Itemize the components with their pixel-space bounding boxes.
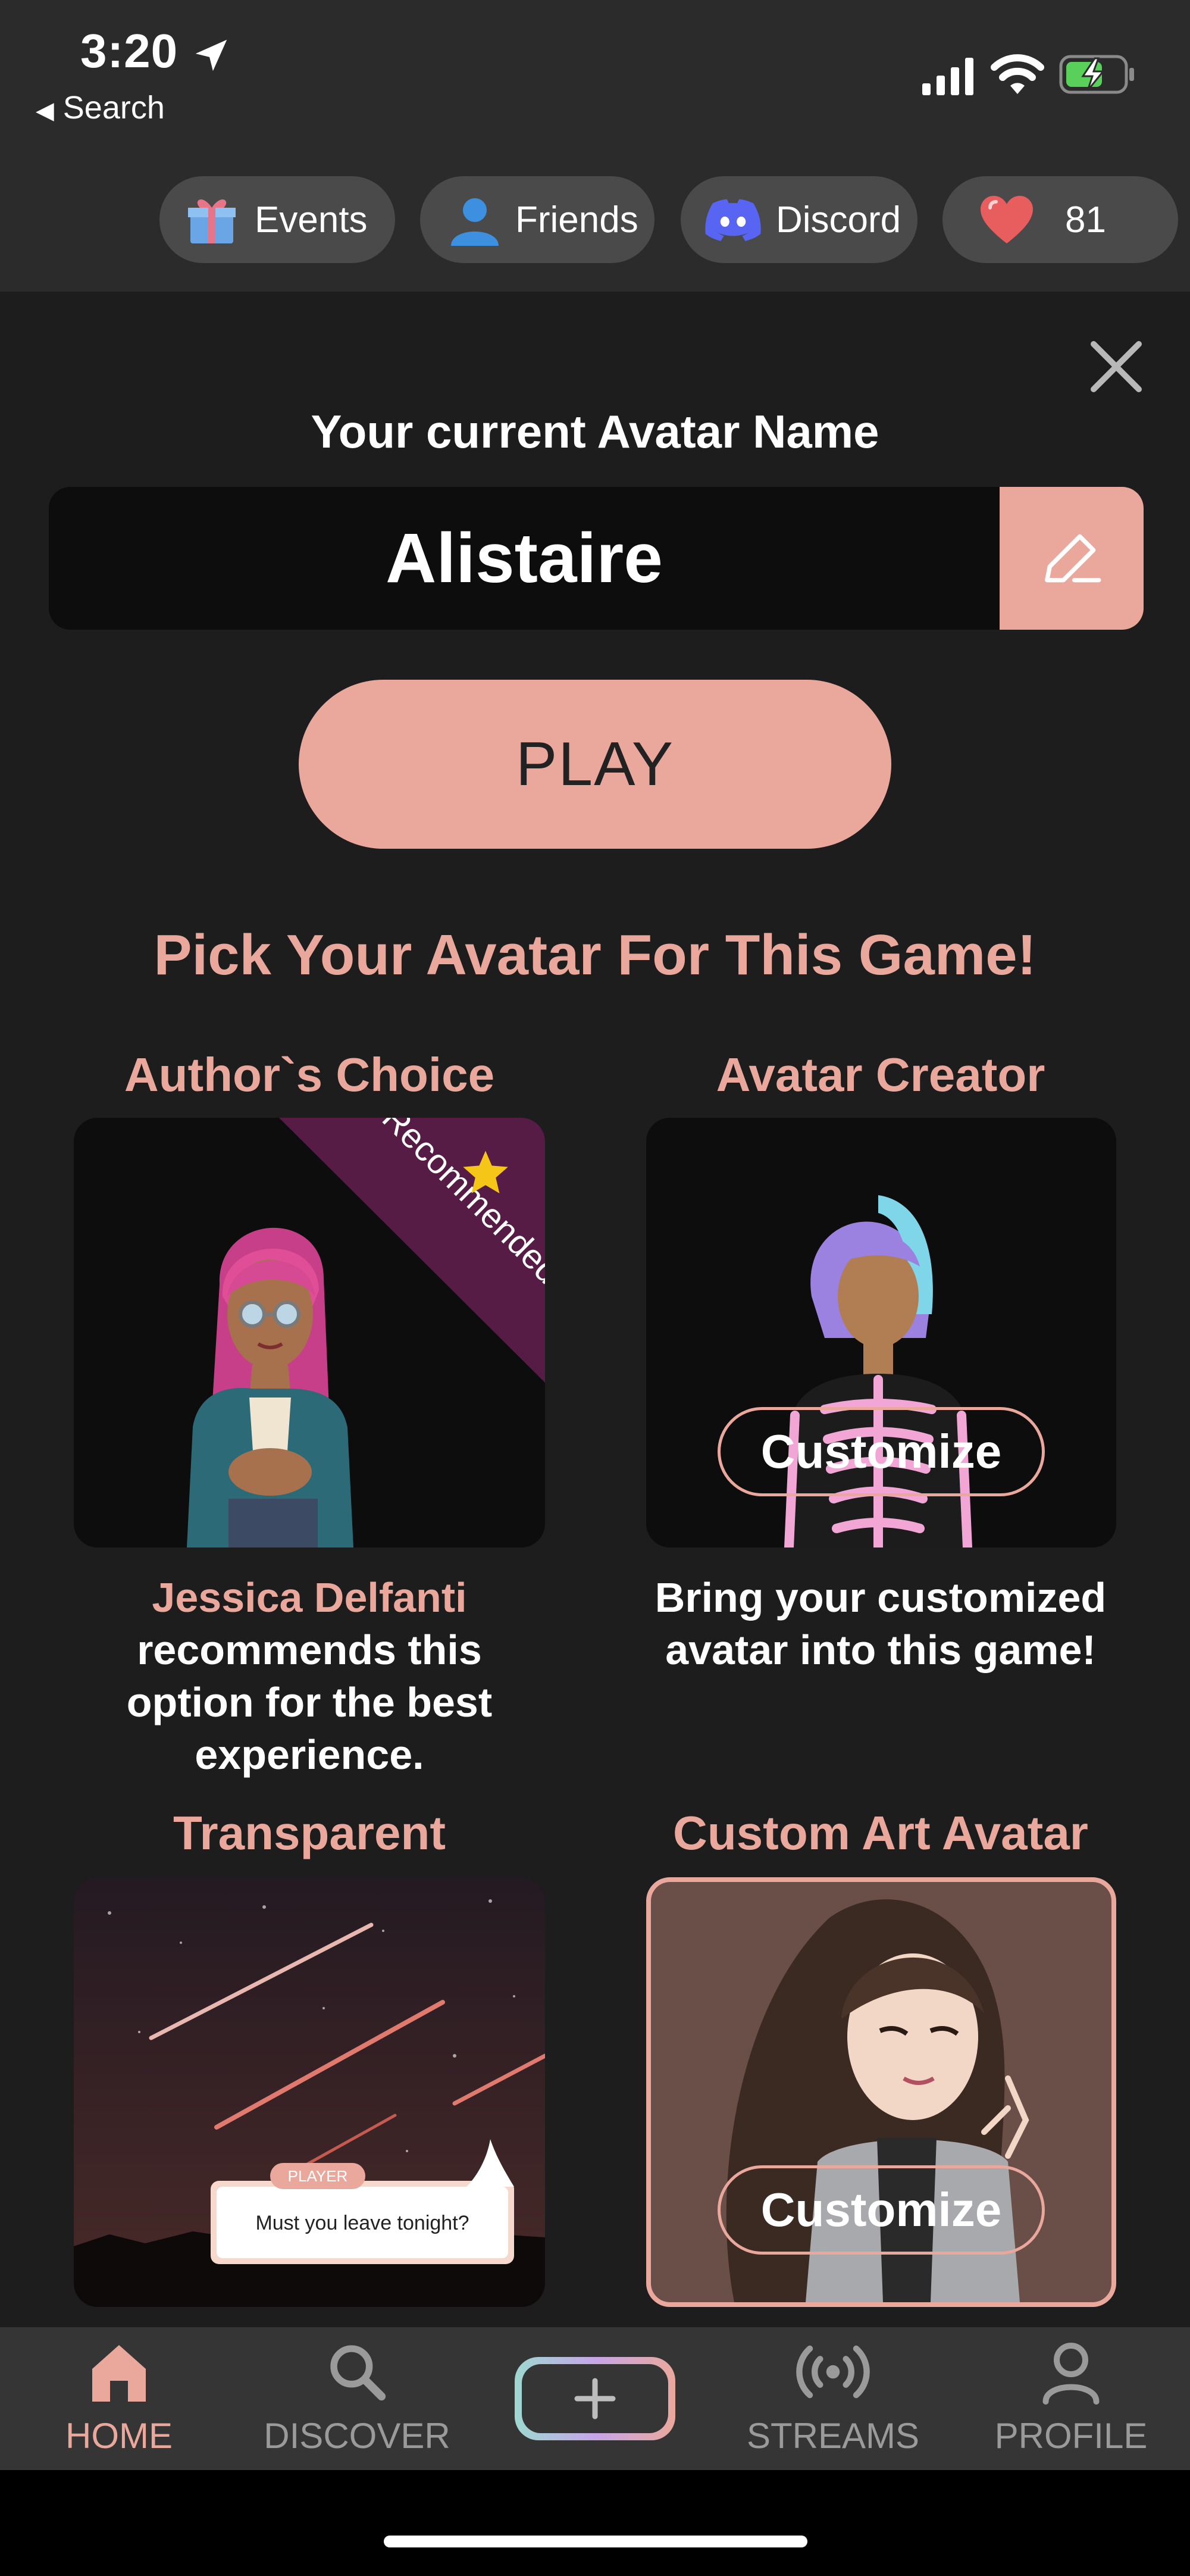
close-icon[interactable] — [1086, 337, 1146, 396]
location-arrow-icon — [195, 39, 227, 71]
search-icon — [318, 2333, 396, 2411]
home-indicator[interactable] — [384, 2536, 807, 2547]
avatar-name-heading: Your current Avatar Name — [311, 405, 879, 458]
custom-art-avatar-card[interactable]: Customize — [646, 1877, 1116, 2307]
back-triangle-icon: ◀ — [36, 98, 54, 124]
author-name: Jessica Delfanti — [152, 1574, 467, 1621]
signal-icon — [922, 58, 973, 95]
custom-art-avatar-title: Custom Art Avatar — [673, 1806, 1088, 1859]
authors-choice-card[interactable]: Recommended — [74, 1118, 545, 1548]
avatar-name-field[interactable]: Alistaire — [49, 487, 1144, 630]
home-indicator-area — [0, 2470, 1190, 2576]
clock: 3:20 — [80, 24, 178, 77]
custom-art-customize-button[interactable]: Customize — [718, 2165, 1045, 2255]
wifi-icon — [991, 54, 1044, 94]
avatar-name-value: Alistaire — [386, 519, 663, 598]
events-chip[interactable]: Events — [159, 176, 395, 263]
heart-icon — [978, 191, 1035, 248]
friends-chip[interactable]: Friends — [420, 176, 654, 263]
tab-streams-label: STREAMS — [746, 2416, 920, 2456]
authors-choice-title: Author`s Choice — [124, 1048, 495, 1101]
back-to-search-link[interactable]: ◀ Search — [36, 89, 165, 126]
events-label: Events — [255, 199, 368, 240]
avatar-creator-title: Avatar Creator — [716, 1048, 1045, 1101]
play-button[interactable]: PLAY — [299, 680, 891, 849]
speech-tail-icon — [466, 2139, 514, 2187]
back-label: Search — [62, 90, 165, 126]
tab-discover-label: DISCOVER — [264, 2416, 450, 2456]
tab-home-label: HOME — [65, 2416, 173, 2456]
tab-discover[interactable]: DISCOVER — [250, 2333, 464, 2464]
edit-name-button[interactable] — [1000, 487, 1144, 630]
avatar-creator-customize-button[interactable]: Customize — [718, 1407, 1045, 1496]
pick-avatar-heading: Pick Your Avatar For This Game! — [154, 923, 1036, 987]
broadcast-icon — [794, 2333, 872, 2411]
create-button[interactable] — [515, 2357, 675, 2440]
tab-home[interactable]: HOME — [12, 2333, 226, 2464]
dialogue-text: Must you leave tonight? — [255, 2212, 469, 2234]
transparent-title: Transparent — [173, 1806, 446, 1859]
discord-chip[interactable]: Discord — [681, 176, 917, 263]
tab-streams[interactable]: STREAMS — [726, 2333, 940, 2464]
battery-charging-icon — [1059, 55, 1134, 94]
dialogue-bubble: PLAYER Must you leave tonight? — [211, 2163, 514, 2264]
discord-icon — [704, 191, 762, 248]
home-icon — [80, 2333, 158, 2411]
avatar-creator-card[interactable]: Customize — [646, 1118, 1116, 1548]
person-icon — [444, 191, 501, 248]
authors-choice-text: recommends this option for the best expe… — [126, 1627, 493, 1778]
authors-choice-description: Jessica Delfanti recommends this option … — [101, 1571, 518, 1781]
hearts-counter-chip[interactable]: 81 — [942, 176, 1178, 263]
hearts-count: 81 — [1065, 199, 1106, 240]
plus-icon — [574, 2378, 616, 2419]
avatar-creator-description: Bring your customized avatar into this g… — [654, 1574, 1107, 1673]
friends-label: Friends — [515, 199, 638, 240]
star-icon — [463, 1151, 508, 1193]
tab-create[interactable] — [488, 2333, 702, 2464]
discord-label: Discord — [776, 199, 901, 240]
gift-icon — [183, 191, 240, 248]
player-tag: PLAYER — [270, 2163, 365, 2189]
pencil-icon — [1045, 534, 1101, 583]
transparent-card[interactable]: PLAYER Must you leave tonight? — [74, 1877, 545, 2307]
tab-profile-label: PROFILE — [994, 2416, 1148, 2456]
tab-profile[interactable]: PROFILE — [964, 2333, 1178, 2464]
profile-icon — [1032, 2333, 1110, 2411]
